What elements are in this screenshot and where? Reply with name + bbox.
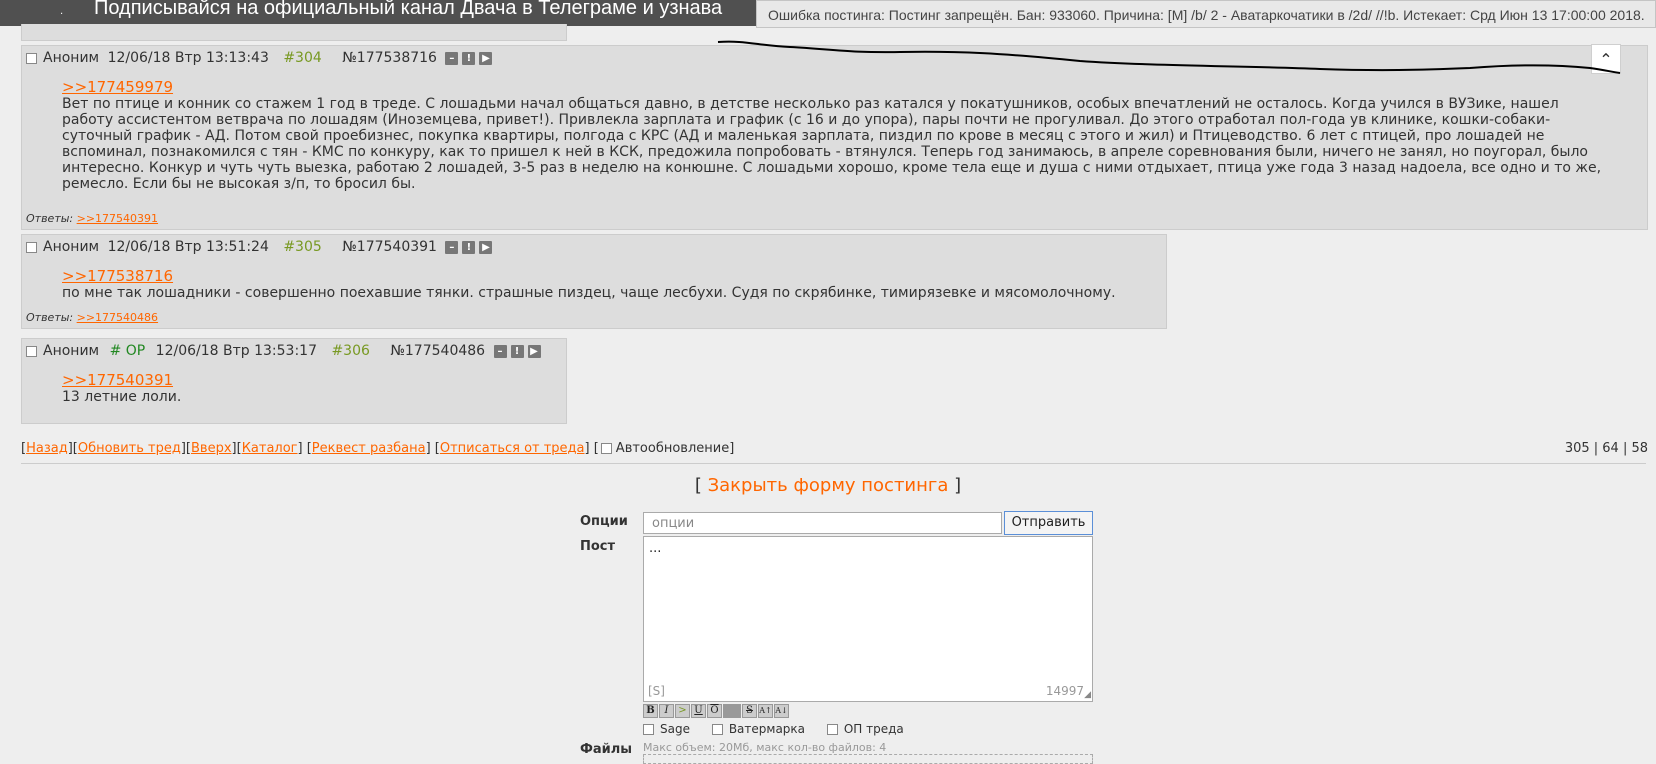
minus-icon[interactable]: – [445,51,459,65]
sage-label: Sage [660,722,690,736]
minus-icon[interactable]: – [445,240,459,254]
post-304: Аноним 12/06/18 Втр 13:13:43 #304 №17753… [21,45,1648,230]
reply-link[interactable]: >>177459979 [62,79,1607,95]
post-number: #305 [283,239,322,255]
post-date: 12/06/18 Втр 13:53:17 [155,343,317,359]
answers-label: Ответы: [26,212,74,225]
nav-refresh-link[interactable]: Обновить тред [78,441,181,456]
spoiler-button[interactable] [723,704,741,718]
posting-error-text: Ошибка постинга: Постинг запрещён. Бан: … [768,7,1645,23]
post-text: Вет по птице и конник со стажем 1 год в … [62,96,1602,192]
collapse-up-button[interactable]: ⌃ [1591,44,1621,74]
files-label: Файлы [580,742,633,757]
post-body: >>177538716 по мне так лошадники - совер… [62,268,1156,301]
nav-catalog-link[interactable]: Каталог [242,441,298,456]
posting-error-popup: Ошибка постинга: Постинг запрещён. Бан: … [756,0,1656,28]
post-id[interactable]: №177540486 [390,343,485,359]
divider [21,463,1646,464]
post-305: Аноним 12/06/18 Втр 13:51:24 #305 №17754… [21,234,1167,329]
options-label: Опции [580,514,628,529]
chevron-up-icon: ⌃ [1599,50,1613,69]
quote-button[interactable]: > [675,704,690,718]
post-select-checkbox[interactable] [26,52,37,64]
post-id[interactable]: №177538716 [342,50,437,66]
options-input[interactable]: опции [643,512,1002,534]
banner-dot: . [60,6,64,17]
play-icon[interactable]: ▶ [479,240,493,254]
post-header: Аноним 12/06/18 Втр 13:51:24 #305 №17754… [26,239,493,255]
italic-button[interactable]: I [659,704,674,718]
post-306: Аноним # OP 12/06/18 Втр 13:53:17 #306 №… [21,338,567,424]
post-date: 12/06/18 Втр 13:51:24 [107,239,269,255]
answer-link[interactable]: >>177540486 [77,311,158,324]
post-header: Аноним # OP 12/06/18 Втр 13:53:17 #306 №… [26,343,541,359]
nav-top-link[interactable]: Вверх [191,441,232,456]
file-drop-zone[interactable] [643,754,1093,764]
op-marker: # OP [109,343,146,359]
report-icon[interactable]: ! [462,51,476,65]
post-body: >>177540391 13 летние лоли. [62,372,556,405]
post-id[interactable]: №177540391 [342,239,437,255]
sage-checkbox[interactable] [643,724,654,735]
post-text: по мне так лошадники - совершенно поехав… [62,285,1116,301]
post-author: Аноним [43,239,100,255]
op-thread-label: ОП треда [843,722,904,736]
post-body: >>177459979 Вет по птице и конник со ста… [62,79,1607,192]
thread-nav: [Назад][Обновить тред][Вверх][Каталог] [… [21,441,735,456]
send-button[interactable]: Отправить [1004,511,1093,535]
report-icon[interactable]: ! [510,344,524,358]
autoupdate-checkbox[interactable] [600,443,612,454]
post-number: #306 [331,343,370,359]
post-author: Аноним [43,343,100,359]
spoiler-hint: [S] [648,684,665,698]
files-hint: Макс объем: 20Мб, макс кол-во файлов: 4 [643,741,887,754]
reply-link[interactable]: >>177538716 [62,268,1156,284]
post-author: Аноним [43,50,100,66]
answers-label: Ответы: [26,311,74,324]
post-select-checkbox[interactable] [26,345,37,357]
post-answers: Ответы: >>177540391 [26,212,158,225]
nav-unsubscribe-link[interactable]: Отписаться от треда [440,441,585,456]
answer-link[interactable]: >>177540391 [77,212,158,225]
nav-back-link[interactable]: Назад [26,441,68,456]
thread-counts: 305 | 64 | 58 [1564,441,1648,456]
markup-toolbar: B I > U O S A↑ A↓ [643,704,790,720]
resize-grip-icon[interactable]: ◢ [1084,690,1091,700]
nav-unban-request-link[interactable]: Реквест разбана [312,441,426,456]
bold-button[interactable]: B [643,704,658,718]
post-textarea-value: ... [649,541,662,556]
post-select-checkbox[interactable] [26,241,37,253]
report-icon[interactable]: ! [462,240,476,254]
post-label: Пост [580,539,616,554]
post-textarea[interactable]: ... [S] 14997 ◢ [643,536,1093,702]
watermark-label: Ватермарка [728,722,806,736]
post-header: Аноним 12/06/18 Втр 13:13:43 #304 №17753… [26,50,493,66]
previous-post-fragment [21,24,567,41]
telegram-banner-text[interactable]: Подписывайся на официальный канал Двача … [94,0,722,20]
post-options-checks: Sage Ватермарка ОП треда [643,722,922,736]
subscript-button[interactable]: A↓ [774,704,789,718]
reply-link[interactable]: >>177540391 [62,372,556,388]
play-icon[interactable]: ▶ [527,344,541,358]
superscript-button[interactable]: A↑ [758,704,773,718]
watermark-checkbox[interactable] [711,724,723,735]
post-answers: Ответы: >>177540486 [26,311,158,324]
autoupdate-label: Автообновление [615,441,730,456]
post-date: 12/06/18 Втр 13:13:43 [107,50,269,66]
minus-icon[interactable]: – [493,344,507,358]
post-text: 13 летние лоли. [62,389,182,405]
op-thread-checkbox[interactable] [826,724,838,735]
close-form-toggle: [ Закрыть форму постинга ] [694,475,962,496]
close-form-link[interactable]: Закрыть форму постинга [708,475,949,496]
post-number: #304 [283,50,322,66]
strike-button[interactable]: S [742,704,757,718]
underline-button[interactable]: U [691,704,706,718]
char-counter: 14997 [1045,684,1084,698]
play-icon[interactable]: ▶ [479,51,493,65]
overline-button[interactable]: O [707,704,722,718]
